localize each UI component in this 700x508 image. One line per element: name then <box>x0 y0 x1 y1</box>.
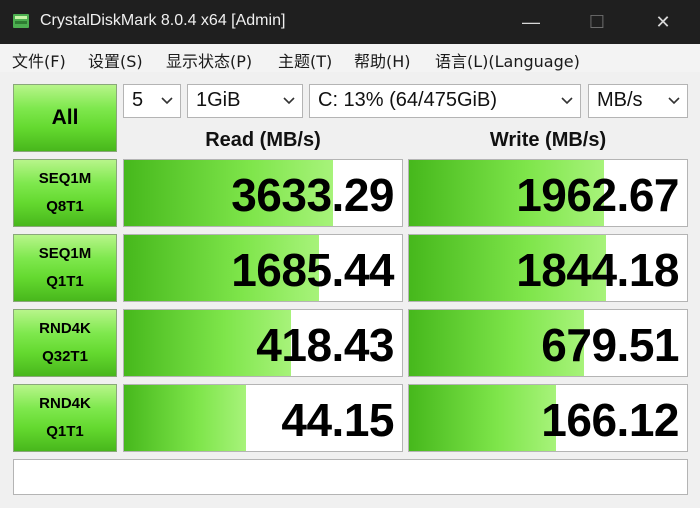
test-name-line2: Q1T1 <box>46 273 84 290</box>
write-result-bar <box>409 385 557 451</box>
test-name-line2: Q1T1 <box>46 423 84 440</box>
test-button-seq1m-q1t1[interactable]: SEQ1M Q1T1 <box>13 234 117 302</box>
test-button-rnd4k-q32t1[interactable]: RND4K Q32T1 <box>13 309 117 377</box>
read-result-seq1m-q1t1: 1685.44 <box>123 234 403 302</box>
chevron-down-icon <box>161 97 173 105</box>
menu-bar: 文件(F) 设置(S) 显示状态(P) 主题(T) 帮助(H) 语言(L)(La… <box>0 44 700 72</box>
chevron-down-icon <box>283 97 295 105</box>
write-result-seq1m-q8t1: 1962.67 <box>408 159 688 227</box>
read-result-value: 44.15 <box>281 394 394 446</box>
chevron-down-icon <box>668 97 680 105</box>
comment-field[interactable] <box>13 459 688 495</box>
write-result-rnd4k-q1t1: 166.12 <box>408 384 688 452</box>
all-button[interactable]: All <box>13 84 117 152</box>
read-result-value: 3633.29 <box>231 169 394 221</box>
menu-language[interactable]: 语言(L)(Language) <box>435 48 580 72</box>
read-result-value: 418.43 <box>256 319 394 371</box>
menu-help[interactable]: 帮助(H) <box>354 48 411 72</box>
unit-select[interactable]: MB/s <box>588 84 688 118</box>
write-result-seq1m-q1t1: 1844.18 <box>408 234 688 302</box>
close-button[interactable]: ✕ <box>640 0 686 44</box>
test-count-value: 5 <box>132 89 144 111</box>
menu-settings[interactable]: 设置(S) <box>88 48 143 72</box>
read-result-seq1m-q8t1: 3633.29 <box>123 159 403 227</box>
test-name-line1: RND4K <box>39 395 91 412</box>
window-title: CrystalDiskMark 8.0.4 x64 [Admin] <box>40 12 286 29</box>
read-result-rnd4k-q32t1: 418.43 <box>123 309 403 377</box>
main-panel: All 5 1GiB C: 13% (64/475GiB) MB/s Read … <box>0 72 700 508</box>
maximize-button[interactable]: ☐ <box>574 0 620 44</box>
test-button-rnd4k-q1t1[interactable]: RND4K Q1T1 <box>13 384 117 452</box>
test-name-line1: SEQ1M <box>38 245 92 262</box>
drive-value: C: 13% (64/475GiB) <box>318 89 497 111</box>
menu-theme[interactable]: 主题(T) <box>278 48 332 72</box>
all-button-label: All <box>51 106 79 129</box>
menu-display-status[interactable]: 显示状态(P) <box>166 48 252 72</box>
write-result-value: 166.12 <box>541 394 679 446</box>
write-result-value: 1962.67 <box>516 169 679 221</box>
menu-file[interactable]: 文件(F) <box>12 48 66 72</box>
write-result-value: 679.51 <box>541 319 679 371</box>
write-result-rnd4k-q32t1: 679.51 <box>408 309 688 377</box>
test-size-value: 1GiB <box>196 89 241 111</box>
read-column-header: Read (MB/s) <box>205 129 321 151</box>
crystaldiskmark-app-icon <box>13 14 29 28</box>
drive-select[interactable]: C: 13% (64/475GiB) <box>309 84 581 118</box>
read-result-bar <box>124 385 247 451</box>
unit-value: MB/s <box>597 89 643 111</box>
test-count-select[interactable]: 5 <box>123 84 181 118</box>
test-name-line2: Q32T1 <box>42 348 88 365</box>
read-result-value: 1685.44 <box>231 244 394 296</box>
test-name-line2: Q8T1 <box>46 198 84 215</box>
chevron-down-icon <box>561 97 573 105</box>
test-name-line1: SEQ1M <box>38 170 92 187</box>
read-result-rnd4k-q1t1: 44.15 <box>123 384 403 452</box>
title-bar: CrystalDiskMark 8.0.4 x64 [Admin] — ☐ ✕ <box>0 0 700 44</box>
write-result-value: 1844.18 <box>516 244 679 296</box>
test-size-select[interactable]: 1GiB <box>187 84 303 118</box>
test-name-line1: RND4K <box>39 320 91 337</box>
test-button-seq1m-q8t1[interactable]: SEQ1M Q8T1 <box>13 159 117 227</box>
write-column-header: Write (MB/s) <box>489 129 607 151</box>
minimize-button[interactable]: — <box>508 0 554 44</box>
